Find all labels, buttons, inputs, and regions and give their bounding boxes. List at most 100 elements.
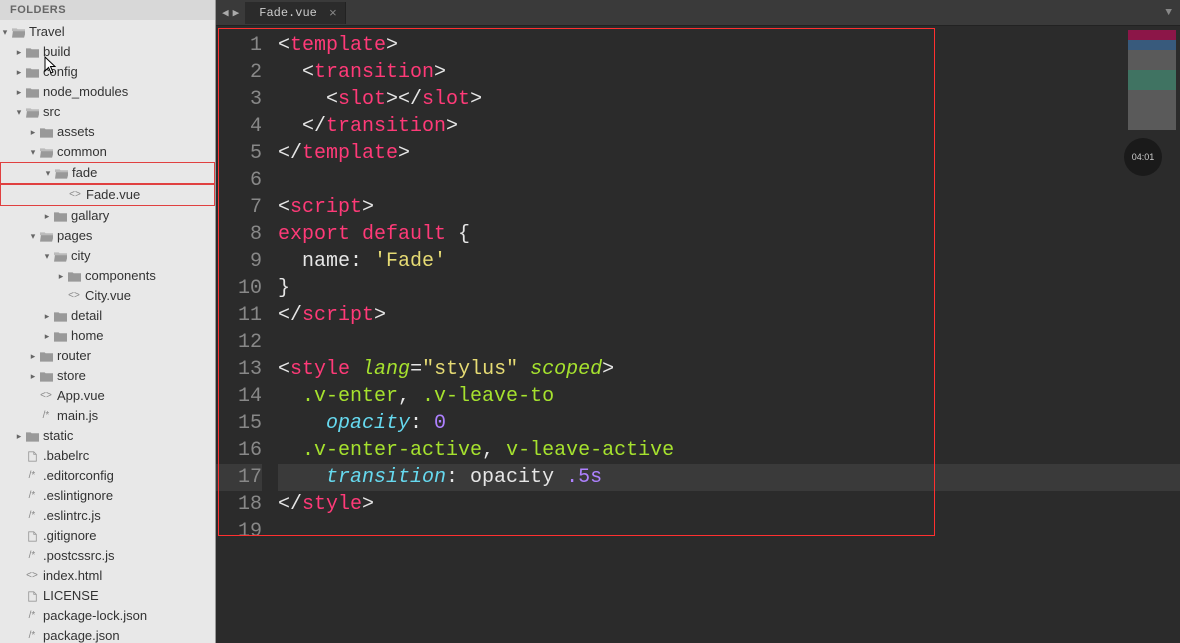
- tree-item[interactable]: ▸ static: [0, 426, 215, 446]
- tree-item[interactable]: /*.postcssrc.js: [0, 546, 215, 566]
- tree-item-label: node_modules: [43, 83, 128, 101]
- tree-item[interactable]: ▸node_modules: [0, 82, 215, 102]
- folder-open-icon: [10, 27, 26, 38]
- expand-arrow-icon: ▸: [14, 43, 24, 61]
- tree-item[interactable]: ▾ Travel: [0, 22, 215, 42]
- tree-item[interactable]: ▸ home: [0, 326, 215, 346]
- expand-arrow-icon: ▸: [56, 267, 66, 285]
- js-icon: /*: [24, 607, 40, 625]
- nav-arrows[interactable]: ◀ ▶: [216, 6, 245, 20]
- tree-item[interactable]: ▸ router: [0, 346, 215, 366]
- tree-item[interactable]: ▾src: [0, 102, 215, 122]
- tree-item[interactable]: <>App.vue: [0, 386, 215, 406]
- folder-open-icon: [52, 251, 68, 262]
- folder-icon: [24, 47, 40, 58]
- tree-item[interactable]: ▸assets: [0, 122, 215, 142]
- tree-item-label: home: [71, 327, 104, 345]
- expand-arrow-icon: ▾: [28, 227, 38, 245]
- tree-item-label: components: [85, 267, 156, 285]
- folder-icon: [38, 351, 54, 362]
- expand-arrow-icon: ▸: [14, 427, 24, 445]
- tree-item-label: City.vue: [85, 287, 131, 305]
- folder-open-icon: [53, 168, 69, 179]
- tree-item[interactable]: ▾common: [0, 142, 215, 162]
- folder-icon: [52, 331, 68, 342]
- tree-item[interactable]: ▸detail: [0, 306, 215, 326]
- tree-item[interactable]: ▾ pages: [0, 226, 215, 246]
- tree-item-label: static: [43, 427, 73, 445]
- tabbar-menu-icon[interactable]: ▼: [1165, 7, 1180, 19]
- tree-item-label: LICENSE: [43, 587, 99, 605]
- close-icon[interactable]: ×: [329, 6, 337, 21]
- tree-item[interactable]: /*main.js: [0, 406, 215, 426]
- tree-item[interactable]: /*package-lock.json: [0, 606, 215, 626]
- tree-item[interactable]: ▸ build: [0, 42, 215, 62]
- file-icon: [24, 591, 40, 602]
- tree-item[interactable]: ▸ gallary: [0, 206, 215, 226]
- tree-item-label: fade: [72, 164, 97, 182]
- tab-bar: ◀ ▶ Fade.vue × ▼: [216, 0, 1180, 26]
- tree-item-label: detail: [71, 307, 102, 325]
- folder-icon: [38, 371, 54, 382]
- js-icon: /*: [24, 507, 40, 525]
- tree-item-label: gallary: [71, 207, 109, 225]
- expand-arrow-icon: ▾: [42, 247, 52, 265]
- expand-arrow-icon: ▾: [0, 23, 10, 41]
- tree-item[interactable]: <>index.html: [0, 566, 215, 586]
- tree-item-label: Travel: [29, 23, 65, 41]
- file-icon: [24, 531, 40, 542]
- expand-arrow-icon: ▸: [42, 327, 52, 345]
- tree-item[interactable]: LICENSE: [0, 586, 215, 606]
- tree-item[interactable]: /*.editorconfig: [0, 466, 215, 486]
- folder-tree: ▾Travel▸build▸config▸node_modules▾src▸as…: [0, 20, 215, 643]
- expand-arrow-icon: ▸: [28, 367, 38, 385]
- tree-item[interactable]: .gitignore: [0, 526, 215, 546]
- folder-icon: [24, 67, 40, 78]
- folder-icon: [38, 127, 54, 138]
- tree-item[interactable]: /*.eslintrc.js: [0, 506, 215, 526]
- folder-icon: [52, 311, 68, 322]
- tree-item-label: router: [57, 347, 91, 365]
- expand-arrow-icon: ▾: [14, 103, 24, 121]
- back-icon[interactable]: ◀: [222, 6, 229, 20]
- tree-item-label: build: [43, 43, 70, 61]
- tree-item[interactable]: ▸ components: [0, 266, 215, 286]
- tree-item[interactable]: <>City.vue: [0, 286, 215, 306]
- tree-item-label: assets: [57, 123, 95, 141]
- code-icon: <>: [38, 387, 54, 405]
- tree-item-label: main.js: [57, 407, 98, 425]
- code-icon: <>: [24, 567, 40, 585]
- tab-fade-vue[interactable]: Fade.vue ×: [245, 2, 346, 24]
- tree-item-label: package.json: [43, 627, 120, 643]
- forward-icon[interactable]: ▶: [233, 6, 240, 20]
- expand-arrow-icon: ▸: [42, 207, 52, 225]
- tree-item[interactable]: /*package.json: [0, 626, 215, 643]
- tree-item[interactable]: ▾fade: [0, 162, 215, 184]
- timer-badge: 04:01: [1124, 138, 1162, 176]
- js-icon: /*: [24, 467, 40, 485]
- folder-icon: [52, 211, 68, 222]
- tree-item-label: Fade.vue: [86, 186, 140, 204]
- tree-item-label: .editorconfig: [43, 467, 114, 485]
- tree-item[interactable]: ▾city: [0, 246, 215, 266]
- tree-item-label: pages: [57, 227, 92, 245]
- tab-title: Fade.vue: [259, 6, 317, 20]
- js-icon: /*: [24, 627, 40, 643]
- folder-open-icon: [24, 107, 40, 118]
- expand-arrow-icon: ▾: [28, 143, 38, 161]
- tree-item-label: .gitignore: [43, 527, 96, 545]
- folder-icon: [24, 431, 40, 442]
- code-content[interactable]: <template> <transition> <slot></slot> </…: [274, 26, 1180, 643]
- tree-item[interactable]: <>Fade.vue: [0, 184, 215, 206]
- tree-item[interactable]: /*.eslintignore: [0, 486, 215, 506]
- folder-icon: [66, 271, 82, 282]
- tree-item-label: .eslintrc.js: [43, 507, 101, 525]
- sidebar-header: FOLDERS: [0, 0, 215, 20]
- tree-item[interactable]: .babelrc: [0, 446, 215, 466]
- code-editor[interactable]: 12345678910111213141516171819 <template>…: [216, 26, 1180, 643]
- minimap[interactable]: [1128, 30, 1176, 130]
- expand-arrow-icon: ▸: [28, 347, 38, 365]
- tree-item[interactable]: ▸config: [0, 62, 215, 82]
- js-icon: /*: [24, 547, 40, 565]
- tree-item[interactable]: ▸store: [0, 366, 215, 386]
